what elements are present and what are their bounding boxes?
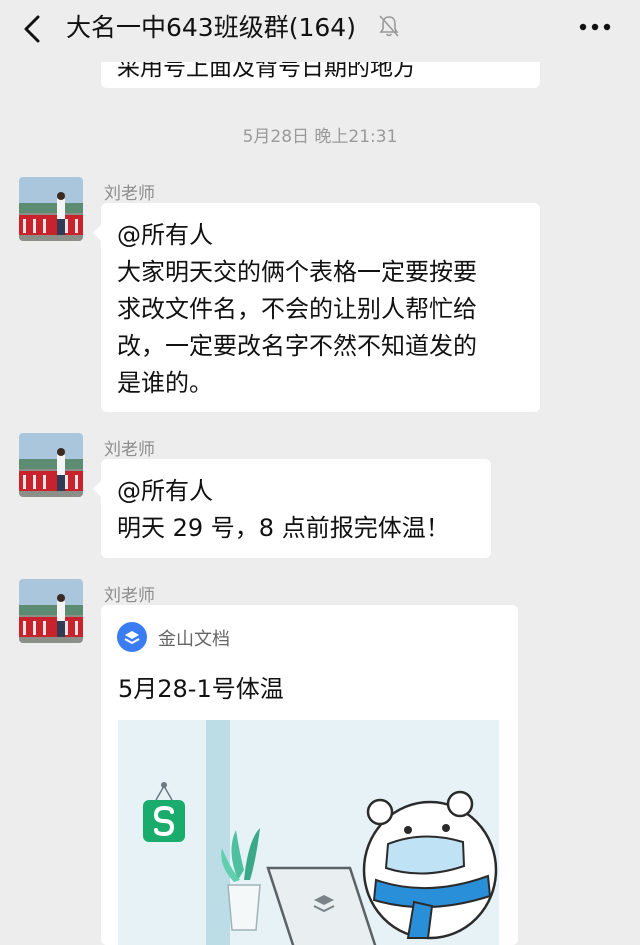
card-title: 5月28-1号体温	[118, 675, 284, 703]
message-line: @所有人	[117, 477, 213, 505]
kingsoft-docs-icon	[117, 622, 147, 652]
more-dots-icon[interactable]	[578, 20, 612, 34]
message-line: @所有人	[117, 221, 213, 249]
chat-title: 大名一中643班级群(164)	[66, 13, 356, 42]
sender-name: 刘老师	[104, 440, 155, 460]
avatar[interactable]	[19, 433, 83, 497]
message-line: 明天 29 号，8 点前报完体温！	[117, 514, 450, 542]
bell-muted-icon	[379, 15, 399, 37]
message-line: 求改文件名，不会的让别人帮忙给	[117, 295, 477, 323]
avatar[interactable]	[19, 579, 83, 643]
document-card[interactable]: 金山文档 5月28-1号体温	[101, 605, 518, 945]
message-bubble[interactable]: @所有人 大家明天交的俩个表格一定要按要 求改文件名，不会的让别人帮忙给 改，一…	[93, 203, 540, 412]
sender-name: 刘老师	[104, 184, 155, 204]
message-line: 大家明天交的俩个表格一定要按要	[117, 258, 477, 286]
avatar[interactable]	[19, 177, 83, 241]
chat-header: 大名一中643班级群(164)	[0, 0, 640, 62]
sender-name: 刘老师	[104, 586, 155, 606]
message-line: 改，一定要改名字不然不知道发的	[117, 332, 477, 360]
chevron-left-icon[interactable]	[18, 14, 48, 44]
card-app-name: 金山文档	[158, 629, 230, 650]
message-bubble[interactable]: @所有人 明天 29 号，8 点前报完体温！	[93, 459, 491, 558]
timestamp: 5月28日 晚上21:31	[242, 127, 398, 147]
document-preview-image	[118, 720, 499, 945]
message-line: 是谁的。	[117, 369, 213, 397]
